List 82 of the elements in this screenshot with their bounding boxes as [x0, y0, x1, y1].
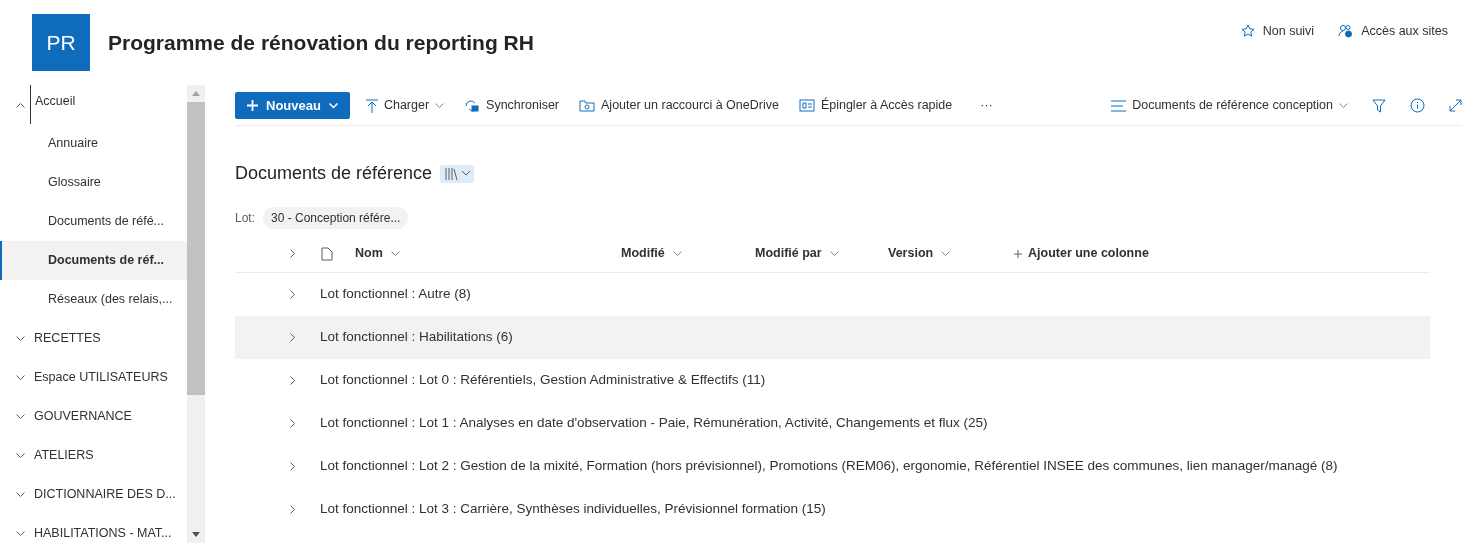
group-row[interactable]: Lot fonctionnel : Lot 3 : Carrière, Synthèses individuelles, Prévisionnel formation (15) [235, 488, 1430, 531]
chevron-icon[interactable] [15, 101, 25, 108]
follow-link[interactable]: Non suivi [1262, 22, 1315, 41]
group-label: Lot fonctionnel : Lot 0 : Référentiels, Gestion Administrative & Effectifs (11) [320, 371, 766, 390]
pin-button[interactable]: Épingler à Accès rapide [790, 96, 961, 115]
nav-item[interactable]: RECETTES [30, 329, 101, 348]
expand-icon[interactable] [290, 376, 295, 385]
info-icon[interactable] [1410, 98, 1425, 113]
chevron-icon[interactable] [1339, 102, 1348, 109]
nav-item[interactable]: Espace UTILISATEURS [30, 368, 168, 387]
filter-label: Lot: [235, 210, 255, 227]
chevron-icon[interactable] [15, 530, 25, 537]
expand-icon[interactable] [290, 333, 295, 342]
chevron-icon[interactable] [15, 374, 25, 381]
group-row[interactable]: Lot fonctionnel : Lot 2 : Gestion de la mixité, Formation (hors prévisionnel), Promotions (REM06), ergonomie, Référentiel INSEE des communes, lien manager/managé (8) [235, 445, 1430, 488]
site-access-link[interactable]: Accès aux sites [1361, 22, 1448, 41]
plus-icon [1014, 249, 1022, 258]
nav-item[interactable]: Documents de réf... [0, 241, 187, 280]
file-type-icon [321, 246, 333, 261]
group-row[interactable]: Lot fonctionnel : Lot 1 : Analyses en date d'observation - Paie, Rémunération, Activité, Changements et flux (25) [235, 402, 1430, 445]
scroll-down-icon[interactable] [192, 532, 200, 537]
column-header[interactable]: Modifié [621, 244, 755, 263]
upload-icon [365, 98, 378, 113]
folder-icon [579, 99, 596, 112]
filter-chip[interactable]: 30 - Conception référe... [263, 207, 409, 229]
chevron-icon[interactable] [15, 491, 25, 498]
nav-item[interactable]: Documents de réfé... [0, 202, 187, 241]
group-row[interactable]: Lot fonctionnel : Lot 0 : Référentiels, Gestion Administrative & Effectifs (11) [235, 359, 1430, 402]
shortcut-button[interactable]: Ajouter un raccourci à OneDrive [571, 96, 787, 115]
chevron-icon[interactable] [15, 413, 25, 420]
sync-icon [464, 98, 481, 113]
filter-icon[interactable] [1372, 98, 1386, 113]
library-icon [444, 166, 459, 181]
chevron-icon [462, 171, 471, 176]
group-row[interactable]: Lot fonctionnel : Habilitations (6) [235, 316, 1430, 359]
group-label: Lot fonctionnel : Habilitations (6) [320, 328, 513, 347]
nav-item[interactable]: HABILITATIONS - MAT... [30, 524, 172, 543]
upload-button[interactable]: Charger [357, 96, 453, 115]
chevron-icon[interactable] [435, 102, 445, 109]
expand-icon[interactable] [290, 462, 295, 471]
chevron-icon[interactable] [672, 250, 682, 257]
library-title: Documents de référence [235, 162, 433, 185]
more-button[interactable]: ··· [972, 96, 1001, 115]
chevron-icon [328, 102, 338, 109]
sync-button[interactable]: Synchroniser [456, 96, 568, 115]
expand-icon[interactable] [1449, 99, 1462, 112]
expand-icon[interactable] [290, 505, 295, 514]
chevron-icon[interactable] [390, 250, 400, 257]
group-label: Lot fonctionnel : Lot 1 : Analyses en date d'observation - Paie, Rémunération, Activité, Changements et flux (25) [320, 414, 988, 433]
nav-item[interactable]: Accueil [30, 85, 76, 124]
group-row[interactable]: Lot fonctionnel : Autre (8) [235, 273, 1430, 316]
plus-icon [247, 100, 258, 111]
new-button[interactable]: Nouveau [235, 92, 350, 119]
nav-item[interactable]: Glossaire [0, 163, 187, 202]
chevron-icon[interactable] [15, 452, 25, 459]
expand-icon[interactable] [290, 290, 295, 299]
group-label: Lot fonctionnel : Autre (8) [320, 285, 471, 304]
add-column-button[interactable]: Ajouter une colonne [1006, 244, 1157, 263]
chevron-icon[interactable] [941, 250, 951, 257]
group-label: Lot fonctionnel : Lot 3 : Carrière, Synthèses individuelles, Prévisionnel formation (15) [320, 500, 826, 519]
pin-icon [798, 99, 815, 112]
site-title: Programme de rénovation du reporting RH [108, 29, 534, 56]
scrollbar-thumb[interactable] [187, 102, 205, 395]
star-icon [1240, 24, 1255, 39]
nav-item[interactable]: DICTIONNAIRE DES D... [30, 485, 176, 504]
site-logo[interactable]: PR [32, 14, 90, 71]
expand-all-icon[interactable] [290, 249, 295, 258]
column-header[interactable]: Nom [333, 244, 621, 263]
nav-item[interactable]: Réseaux (des relais,... [0, 280, 187, 319]
nav-item[interactable]: Annuaire [0, 124, 187, 163]
nav-item[interactable]: GOUVERNANCE [30, 407, 132, 426]
nav-item[interactable]: ATELIERS [30, 446, 94, 465]
column-header[interactable]: Modifié par [755, 244, 888, 263]
view-selector[interactable]: Documents de référence conception [1103, 96, 1356, 115]
people-icon [1338, 24, 1354, 39]
view-icon [1111, 99, 1127, 112]
view-switcher[interactable] [440, 164, 475, 183]
chevron-icon[interactable] [15, 335, 25, 342]
column-header[interactable]: Version [888, 244, 1006, 263]
group-label: Lot fonctionnel : Lot 2 : Gestion de la mixité, Formation (hors prévisionnel), Promotions (REM06), ergonomie, Référentiel INSEE des communes, lien manager/managé (8) [320, 457, 1338, 476]
expand-icon[interactable] [290, 419, 295, 428]
chevron-icon[interactable] [829, 250, 839, 257]
